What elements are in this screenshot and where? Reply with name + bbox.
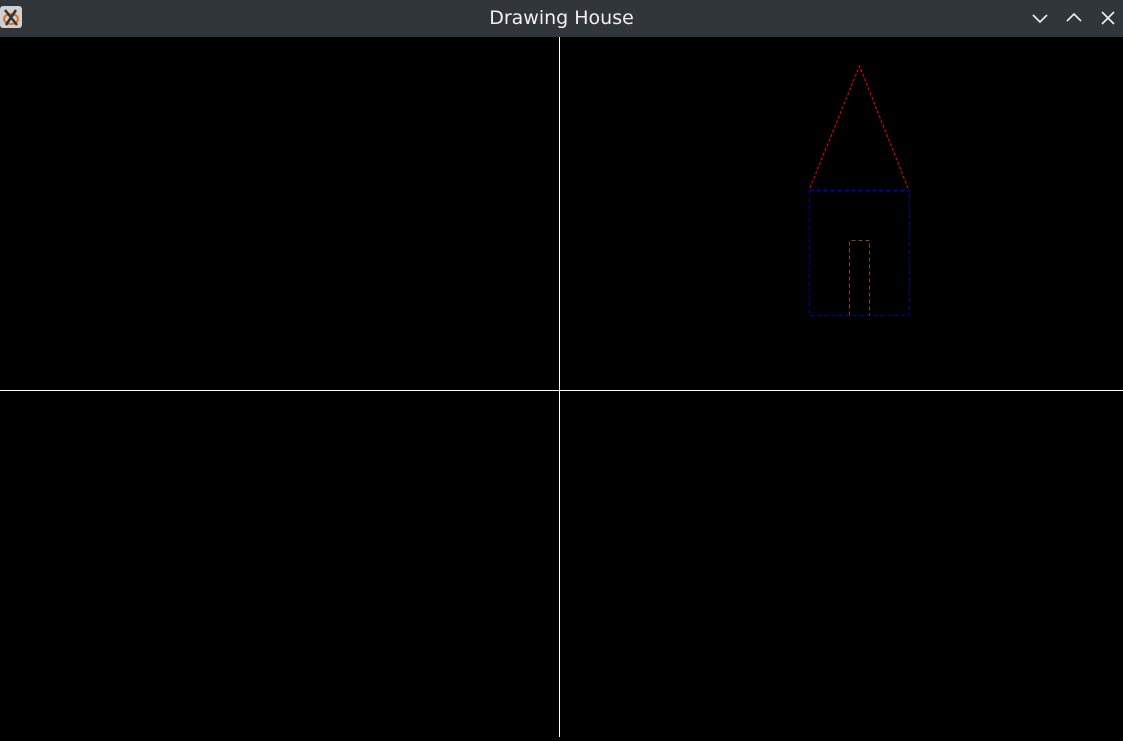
minimize-icon[interactable] — [1028, 6, 1052, 30]
door — [849, 240, 870, 316]
roof — [809, 64, 909, 189]
window-title: Drawing House — [489, 7, 634, 29]
house — [809, 64, 910, 316]
title-bar: Drawing House — [0, 0, 1123, 37]
maximize-icon[interactable] — [1062, 6, 1086, 30]
drawing-canvas — [0, 37, 1123, 737]
walls — [809, 190, 910, 316]
close-icon[interactable] — [1096, 6, 1120, 30]
